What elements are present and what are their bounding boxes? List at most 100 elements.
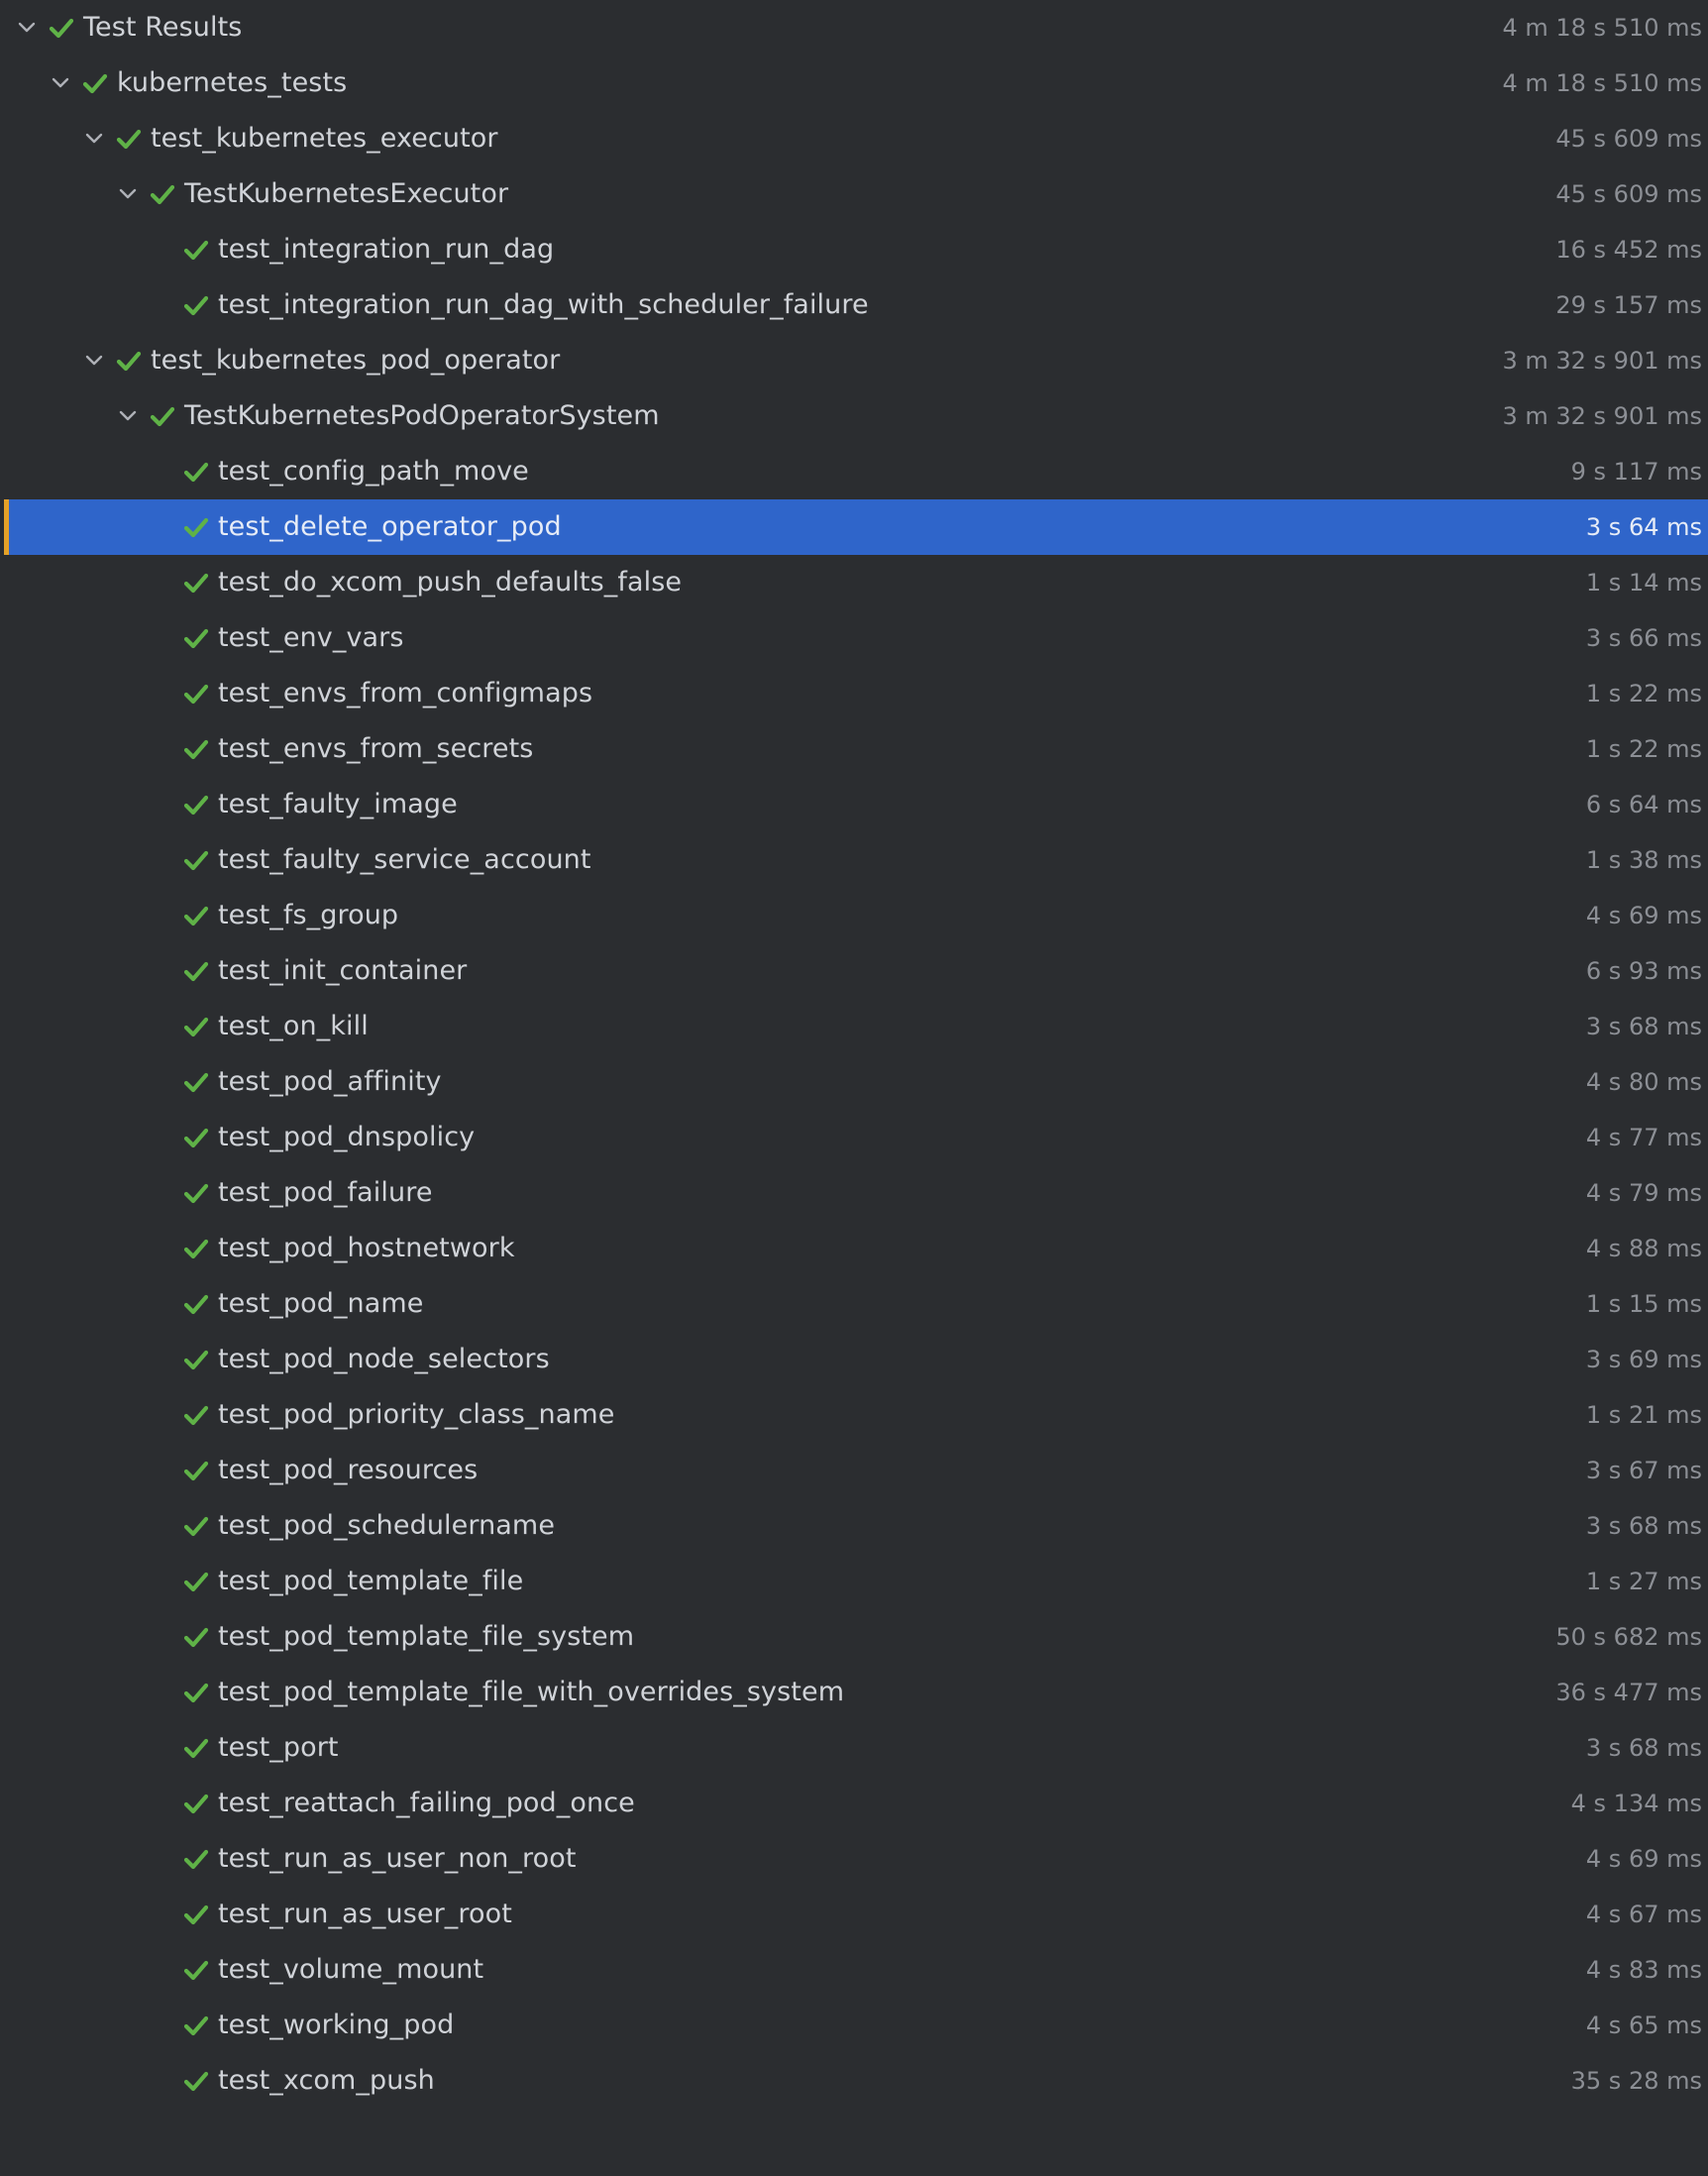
tree-row-label: test_fs_group <box>218 900 399 930</box>
check-icon <box>182 1235 210 1262</box>
tree-row-test-delete-operator-pod[interactable]: test_delete_operator_pod 3 s 64 ms <box>4 499 1708 555</box>
tree-row-test-pod-affinity[interactable]: test_pod_affinity 4 s 80 ms <box>0 1054 1708 1110</box>
tree-row-test-integration-run-dag-with-scheduler-failure[interactable]: test_integration_run_dag_with_scheduler_… <box>0 277 1708 333</box>
tree-row-label: test_run_as_user_non_root <box>218 1843 577 1874</box>
check-icon <box>182 1068 210 1096</box>
check-icon <box>182 1346 210 1373</box>
chevron-down-icon[interactable] <box>114 180 142 208</box>
tree-row-label: test_pod_template_file <box>218 1566 524 1596</box>
tree-row-test-pod-schedulername[interactable]: test_pod_schedulername 3 s 68 ms <box>0 1498 1708 1554</box>
tree-row-duration: 4 s 88 ms <box>1585 1235 1702 1262</box>
tree-row-test-kubernetes-executor[interactable]: test_kubernetes_executor 45 s 609 ms <box>0 111 1708 166</box>
tree-row-duration: 45 s 609 ms <box>1555 180 1702 208</box>
tree-row-test-integration-run-dag[interactable]: test_integration_run_dag 16 s 452 ms <box>0 222 1708 277</box>
tree-row-test-faulty-service-account[interactable]: test_faulty_service_account 1 s 38 ms <box>0 832 1708 888</box>
tree-row-test-pod-dnspolicy[interactable]: test_pod_dnspolicy 4 s 77 ms <box>0 1110 1708 1165</box>
check-icon <box>182 513 210 541</box>
tree-row-test-init-container[interactable]: test_init_container 6 s 93 ms <box>0 943 1708 999</box>
tree-row-duration: 4 s 67 ms <box>1585 1901 1702 1928</box>
chevron-down-icon[interactable] <box>80 125 108 153</box>
chevron-down-icon[interactable] <box>47 69 74 97</box>
check-icon <box>182 1790 210 1817</box>
check-icon <box>182 2067 210 2095</box>
tree-row-label: test_faulty_service_account <box>218 844 591 875</box>
check-icon <box>182 1124 210 1151</box>
tree-row-test-working-pod[interactable]: test_working_pod 4 s 65 ms <box>0 1998 1708 2053</box>
chevron-down-icon[interactable] <box>114 402 142 430</box>
tree-row-duration: 4 s 134 ms <box>1570 1790 1702 1817</box>
tree-row-duration: 3 m 32 s 901 ms <box>1502 402 1702 430</box>
tree-row-test-on-kill[interactable]: test_on_kill 3 s 68 ms <box>0 999 1708 1054</box>
chevron-down-icon[interactable] <box>13 14 41 42</box>
check-icon <box>182 1013 210 1040</box>
tree-row-test-xcom-push[interactable]: test_xcom_push 35 s 28 ms <box>0 2053 1708 2109</box>
check-icon <box>182 1623 210 1651</box>
tree-row-testkubernetespodoperatorsystem[interactable]: TestKubernetesPodOperatorSystem 3 m 32 s … <box>0 388 1708 444</box>
check-icon <box>182 1734 210 1762</box>
check-icon <box>182 2012 210 2039</box>
tree-row-test-run-as-user-non-root[interactable]: test_run_as_user_non_root 4 s 69 ms <box>0 1831 1708 1887</box>
tree-row-test-faulty-image[interactable]: test_faulty_image 6 s 64 ms <box>0 777 1708 832</box>
tree-row-label: test_run_as_user_root <box>218 1899 512 1929</box>
tree-row-duration: 4 s 77 ms <box>1585 1124 1702 1151</box>
tree-row-duration: 36 s 477 ms <box>1555 1679 1702 1706</box>
tree-row-duration: 45 s 609 ms <box>1555 125 1702 153</box>
tree-row-test-config-path-move[interactable]: test_config_path_move 9 s 117 ms <box>0 444 1708 499</box>
tree-row-duration: 6 s 93 ms <box>1585 957 1702 985</box>
tree-row-duration: 6 s 64 ms <box>1585 791 1702 818</box>
tree-row-label: test_pod_resources <box>218 1455 479 1485</box>
tree-row-test-env-vars[interactable]: test_env_vars 3 s 66 ms <box>0 610 1708 666</box>
tree-row-label: test_pod_affinity <box>218 1066 442 1097</box>
tree-row-label: test_volume_mount <box>218 1954 484 1985</box>
tree-row-duration: 3 s 68 ms <box>1585 1013 1702 1040</box>
tree-row-test-pod-priority-class-name[interactable]: test_pod_priority_class_name 1 s 21 ms <box>0 1387 1708 1443</box>
tree-row-test-envs-from-secrets[interactable]: test_envs_from_secrets 1 s 22 ms <box>0 721 1708 777</box>
tree-row-duration: 9 s 117 ms <box>1570 458 1702 486</box>
tree-row-test-pod-template-file[interactable]: test_pod_template_file 1 s 27 ms <box>0 1554 1708 1609</box>
check-icon <box>182 957 210 985</box>
tree-row-duration: 3 s 68 ms <box>1585 1512 1702 1540</box>
tree-row-label: test_pod_priority_class_name <box>218 1399 615 1430</box>
tree-row-label: test_pod_failure <box>218 1177 433 1208</box>
tree-row-label: test_integration_run_dag_with_scheduler_… <box>218 289 869 320</box>
tree-row-duration: 50 s 682 ms <box>1555 1623 1702 1651</box>
tree-row-test-results[interactable]: Test Results 4 m 18 s 510 ms <box>0 0 1708 55</box>
check-icon <box>149 402 176 430</box>
tree-row-test-envs-from-configmaps[interactable]: test_envs_from_configmaps 1 s 22 ms <box>0 666 1708 721</box>
tree-row-duration: 4 s 69 ms <box>1585 902 1702 929</box>
check-icon <box>182 1401 210 1429</box>
tree-row-duration: 1 s 22 ms <box>1585 680 1702 707</box>
tree-row-label: test_reattach_failing_pod_once <box>218 1788 635 1818</box>
tree-row-label: test_xcom_push <box>218 2065 435 2096</box>
tree-row-test-pod-failure[interactable]: test_pod_failure 4 s 79 ms <box>0 1165 1708 1221</box>
check-icon <box>182 1901 210 1928</box>
tree-row-duration: 4 s 69 ms <box>1585 1845 1702 1873</box>
tree-row-test-volume-mount[interactable]: test_volume_mount 4 s 83 ms <box>0 1942 1708 1998</box>
tree-row-test-pod-name[interactable]: test_pod_name 1 s 15 ms <box>0 1276 1708 1332</box>
test-results-tree[interactable]: Test Results 4 m 18 s 510 ms kubernetes_te… <box>0 0 1708 2176</box>
tree-row-test-pod-hostnetwork[interactable]: test_pod_hostnetwork 4 s 88 ms <box>0 1221 1708 1276</box>
tree-row-label: test_pod_template_file_system <box>218 1621 635 1652</box>
tree-row-label: test_config_path_move <box>218 456 529 487</box>
chevron-down-icon[interactable] <box>80 347 108 375</box>
tree-row-test-pod-resources[interactable]: test_pod_resources 3 s 67 ms <box>0 1443 1708 1498</box>
tree-row-kubernetes-tests[interactable]: kubernetes_tests 4 m 18 s 510 ms <box>0 55 1708 111</box>
tree-row-duration: 16 s 452 ms <box>1555 236 1702 264</box>
tree-row-label: test_pod_name <box>218 1288 424 1319</box>
tree-row-test-do-xcom-push-defaults-false[interactable]: test_do_xcom_push_defaults_false 1 s 14 m… <box>0 555 1708 610</box>
tree-row-test-port[interactable]: test_port 3 s 68 ms <box>0 1720 1708 1776</box>
tree-row-label: TestKubernetesExecutor <box>184 178 509 209</box>
tree-row-test-fs-group[interactable]: test_fs_group 4 s 69 ms <box>0 888 1708 943</box>
tree-row-test-pod-node-selectors[interactable]: test_pod_node_selectors 3 s 69 ms <box>0 1332 1708 1387</box>
tree-row-testkubernetesexecutor[interactable]: TestKubernetesExecutor 45 s 609 ms <box>0 166 1708 222</box>
tree-row-test-kubernetes-pod-operator[interactable]: test_kubernetes_pod_operator 3 m 32 s 901… <box>0 333 1708 388</box>
check-icon <box>182 1457 210 1484</box>
check-icon <box>182 902 210 929</box>
check-icon <box>182 236 210 264</box>
tree-row-test-reattach-failing-pod-once[interactable]: test_reattach_failing_pod_once 4 s 134 ms <box>0 1776 1708 1831</box>
tree-row-label: test_faulty_image <box>218 789 458 819</box>
tree-row-test-pod-template-file-with-overrides-system[interactable]: test_pod_template_file_with_overrides_sy… <box>0 1665 1708 1720</box>
tree-row-label: test_working_pod <box>218 2010 455 2040</box>
tree-row-test-pod-template-file-system[interactable]: test_pod_template_file_system 50 s 682 ms <box>0 1609 1708 1665</box>
tree-row-test-run-as-user-root[interactable]: test_run_as_user_root 4 s 67 ms <box>0 1887 1708 1942</box>
